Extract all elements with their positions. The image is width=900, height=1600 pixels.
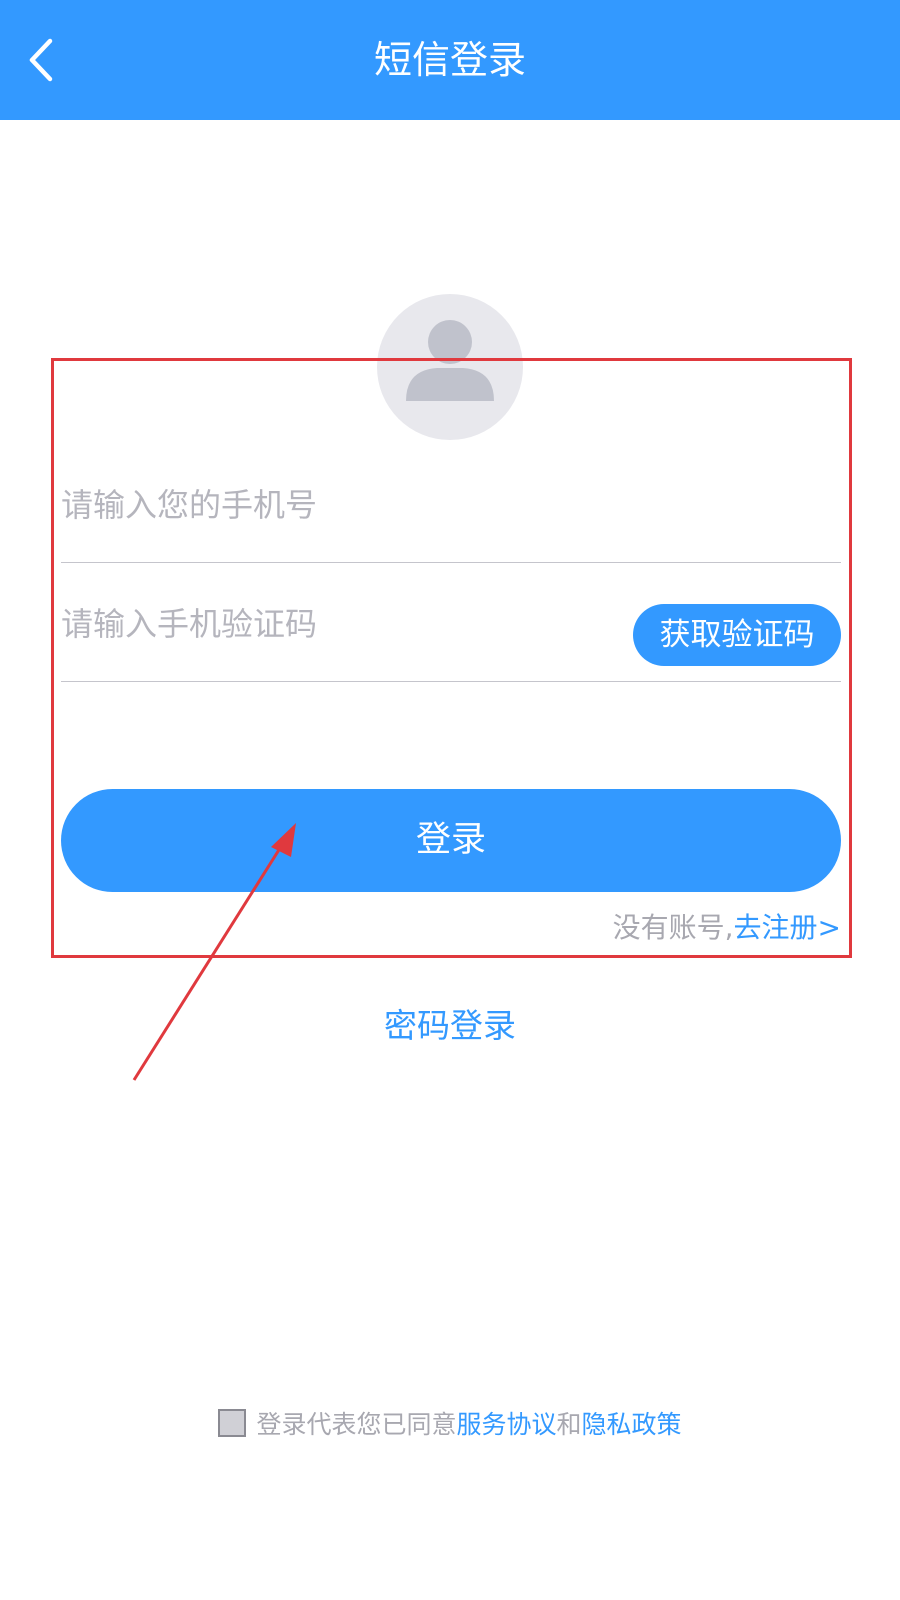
privacy-policy-link[interactable]: 隐私政策 (582, 1410, 682, 1439)
phone-input[interactable] (61, 450, 581, 560)
service-agreement-link[interactable]: 服务协议 (456, 1410, 556, 1439)
password-login-link[interactable]: 密码登录 (384, 1006, 516, 1045)
app-header: 短信登录 (0, 0, 900, 120)
agreement-and: 和 (556, 1410, 582, 1439)
password-login-row: 密码登录 (0, 1001, 900, 1051)
agreement-checkbox[interactable] (218, 1409, 247, 1437)
agreement-row: 登录代表您已同意服务协议和隐私政策 (0, 1405, 900, 1445)
no-account-text: 没有账号, (612, 911, 734, 944)
login-button[interactable]: 登录 (61, 789, 841, 892)
phone-field (61, 450, 841, 563)
register-row: 没有账号,去注册> (613, 905, 841, 951)
code-input[interactable] (61, 569, 581, 679)
page-title: 短信登录 (373, 38, 526, 82)
agreement-prefix: 登录代表您已同意 (256, 1410, 457, 1439)
register-link[interactable]: 去注册> (734, 911, 841, 944)
get-code-button[interactable]: 获取验证码 (633, 604, 841, 666)
user-avatar-icon (377, 294, 523, 440)
code-field: 获取验证码 (61, 569, 841, 682)
